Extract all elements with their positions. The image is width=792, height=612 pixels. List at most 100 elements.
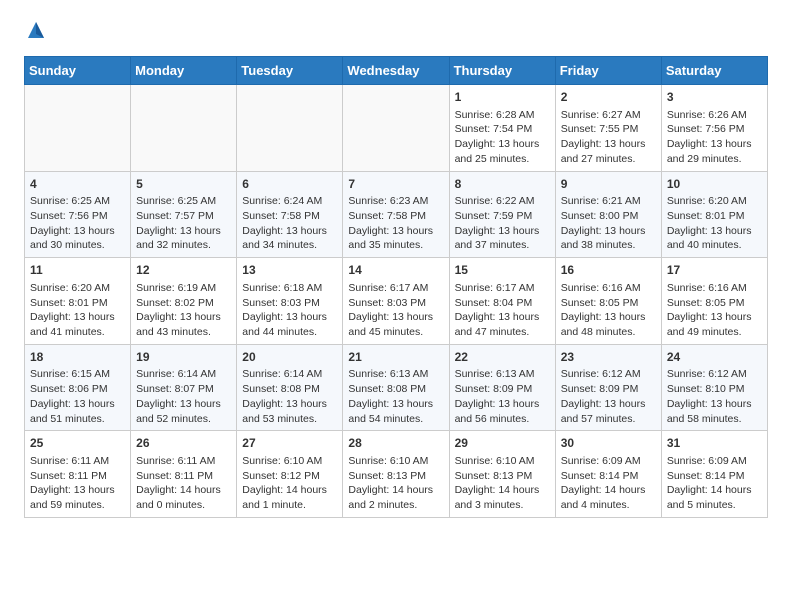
calendar-cell: 27Sunrise: 6:10 AMSunset: 8:12 PMDayligh… xyxy=(237,431,343,518)
calendar-cell xyxy=(343,85,449,172)
day-detail: Sunset: 8:03 PM xyxy=(242,296,337,311)
calendar-cell: 4Sunrise: 6:25 AMSunset: 7:56 PMDaylight… xyxy=(25,171,131,258)
day-detail: Sunrise: 6:10 AM xyxy=(455,454,550,469)
day-detail: Sunrise: 6:09 AM xyxy=(667,454,762,469)
day-number: 2 xyxy=(561,89,656,106)
day-detail: Sunrise: 6:25 AM xyxy=(136,194,231,209)
calendar-cell: 22Sunrise: 6:13 AMSunset: 8:09 PMDayligh… xyxy=(449,344,555,431)
day-detail: Sunset: 8:04 PM xyxy=(455,296,550,311)
day-number: 12 xyxy=(136,262,231,279)
day-number: 6 xyxy=(242,176,337,193)
day-detail: Sunrise: 6:14 AM xyxy=(136,367,231,382)
day-number: 7 xyxy=(348,176,443,193)
day-number: 15 xyxy=(455,262,550,279)
day-detail: and 34 minutes. xyxy=(242,238,337,253)
header-thursday: Thursday xyxy=(449,57,555,85)
calendar-cell: 16Sunrise: 6:16 AMSunset: 8:05 PMDayligh… xyxy=(555,258,661,345)
day-detail: and 41 minutes. xyxy=(30,325,125,340)
day-number: 13 xyxy=(242,262,337,279)
day-detail: Daylight: 13 hours xyxy=(561,310,656,325)
day-detail: and 43 minutes. xyxy=(136,325,231,340)
day-detail: Sunset: 8:10 PM xyxy=(667,382,762,397)
calendar-cell: 3Sunrise: 6:26 AMSunset: 7:56 PMDaylight… xyxy=(661,85,767,172)
day-number: 25 xyxy=(30,435,125,452)
day-detail: and 30 minutes. xyxy=(30,238,125,253)
calendar-cell: 17Sunrise: 6:16 AMSunset: 8:05 PMDayligh… xyxy=(661,258,767,345)
day-detail: Daylight: 14 hours xyxy=(348,483,443,498)
day-number: 19 xyxy=(136,349,231,366)
day-detail: Daylight: 13 hours xyxy=(667,224,762,239)
day-number: 29 xyxy=(455,435,550,452)
calendar-cell: 28Sunrise: 6:10 AMSunset: 8:13 PMDayligh… xyxy=(343,431,449,518)
calendar-cell: 25Sunrise: 6:11 AMSunset: 8:11 PMDayligh… xyxy=(25,431,131,518)
day-detail: and 40 minutes. xyxy=(667,238,762,253)
day-detail: Sunset: 7:58 PM xyxy=(242,209,337,224)
calendar-cell: 12Sunrise: 6:19 AMSunset: 8:02 PMDayligh… xyxy=(131,258,237,345)
day-detail: Sunset: 8:09 PM xyxy=(455,382,550,397)
day-detail: Daylight: 13 hours xyxy=(455,310,550,325)
day-number: 17 xyxy=(667,262,762,279)
day-detail: Sunrise: 6:17 AM xyxy=(455,281,550,296)
day-detail: Sunrise: 6:18 AM xyxy=(242,281,337,296)
calendar-cell xyxy=(25,85,131,172)
calendar-cell: 5Sunrise: 6:25 AMSunset: 7:57 PMDaylight… xyxy=(131,171,237,258)
day-detail: Sunrise: 6:16 AM xyxy=(561,281,656,296)
header-wednesday: Wednesday xyxy=(343,57,449,85)
day-detail: and 51 minutes. xyxy=(30,412,125,427)
day-detail: Sunrise: 6:10 AM xyxy=(242,454,337,469)
day-detail: and 5 minutes. xyxy=(667,498,762,513)
day-detail: Sunset: 7:54 PM xyxy=(455,122,550,137)
day-detail: and 35 minutes. xyxy=(348,238,443,253)
calendar-cell: 10Sunrise: 6:20 AMSunset: 8:01 PMDayligh… xyxy=(661,171,767,258)
day-number: 22 xyxy=(455,349,550,366)
day-detail: Sunrise: 6:15 AM xyxy=(30,367,125,382)
day-detail: and 56 minutes. xyxy=(455,412,550,427)
calendar-cell xyxy=(237,85,343,172)
day-detail: Daylight: 13 hours xyxy=(455,224,550,239)
day-number: 27 xyxy=(242,435,337,452)
calendar-cell: 11Sunrise: 6:20 AMSunset: 8:01 PMDayligh… xyxy=(25,258,131,345)
day-detail: Sunrise: 6:14 AM xyxy=(242,367,337,382)
day-detail: Daylight: 13 hours xyxy=(30,397,125,412)
day-detail: Sunset: 7:58 PM xyxy=(348,209,443,224)
day-detail: Sunset: 8:01 PM xyxy=(667,209,762,224)
day-number: 1 xyxy=(455,89,550,106)
day-detail: Daylight: 13 hours xyxy=(136,397,231,412)
day-detail: Sunset: 8:01 PM xyxy=(30,296,125,311)
day-number: 4 xyxy=(30,176,125,193)
day-detail: and 0 minutes. xyxy=(136,498,231,513)
day-detail: and 29 minutes. xyxy=(667,152,762,167)
day-detail: and 3 minutes. xyxy=(455,498,550,513)
day-detail: Sunrise: 6:24 AM xyxy=(242,194,337,209)
day-detail: Daylight: 14 hours xyxy=(455,483,550,498)
day-detail: Sunrise: 6:11 AM xyxy=(136,454,231,469)
day-detail: Sunset: 8:05 PM xyxy=(561,296,656,311)
day-number: 21 xyxy=(348,349,443,366)
day-number: 26 xyxy=(136,435,231,452)
day-number: 23 xyxy=(561,349,656,366)
day-detail: Sunset: 8:08 PM xyxy=(348,382,443,397)
header-friday: Friday xyxy=(555,57,661,85)
day-number: 14 xyxy=(348,262,443,279)
day-detail: Sunrise: 6:10 AM xyxy=(348,454,443,469)
day-detail: Sunset: 8:00 PM xyxy=(561,209,656,224)
day-detail: Sunset: 8:03 PM xyxy=(348,296,443,311)
calendar-cell: 15 Sunrise: 6:17 AMSunset: 8:04 PMDayligh… xyxy=(449,258,555,345)
calendar-week-1: 1Sunrise: 6:28 AMSunset: 7:54 PMDaylight… xyxy=(25,85,768,172)
day-detail: and 1 minute. xyxy=(242,498,337,513)
day-number: 28 xyxy=(348,435,443,452)
day-detail: and 54 minutes. xyxy=(348,412,443,427)
day-detail: and 59 minutes. xyxy=(30,498,125,513)
calendar-table: Sunday Monday Tuesday Wednesday Thursday… xyxy=(24,56,768,518)
day-detail: Sunrise: 6:28 AM xyxy=(455,108,550,123)
day-detail: Daylight: 13 hours xyxy=(242,310,337,325)
day-detail: Sunrise: 6:17 AM xyxy=(348,281,443,296)
day-detail: Sunrise: 6:21 AM xyxy=(561,194,656,209)
day-detail: Sunrise: 6:09 AM xyxy=(561,454,656,469)
calendar-week-4: 18Sunrise: 6:15 AMSunset: 8:06 PMDayligh… xyxy=(25,344,768,431)
logo xyxy=(24,20,46,40)
day-detail: and 45 minutes. xyxy=(348,325,443,340)
day-detail: Daylight: 13 hours xyxy=(561,224,656,239)
header-sunday: Sunday xyxy=(25,57,131,85)
calendar-week-2: 4Sunrise: 6:25 AMSunset: 7:56 PMDaylight… xyxy=(25,171,768,258)
